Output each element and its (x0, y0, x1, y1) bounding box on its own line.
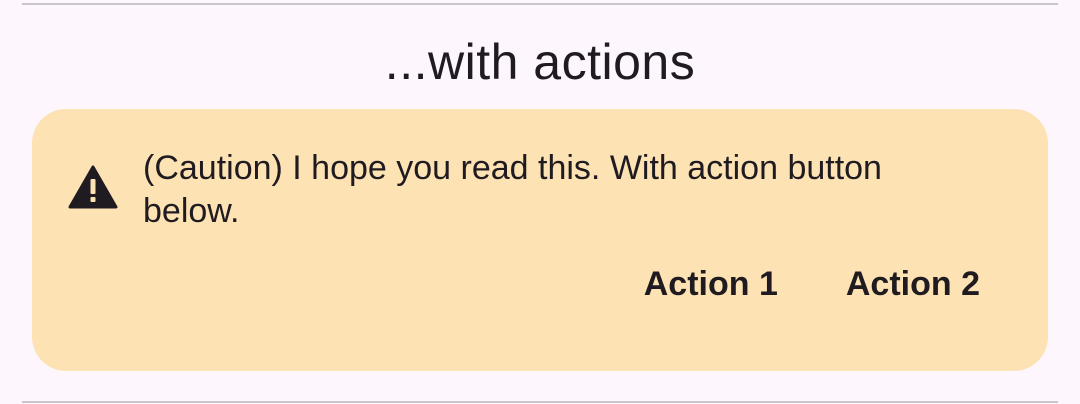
top-divider (22, 3, 1058, 5)
caution-banner: (Caution) I hope you read this. With act… (32, 109, 1048, 371)
banner-actions: Action 1 Action 2 (600, 259, 1004, 309)
section-title: ...with actions (384, 34, 696, 90)
bottom-divider (22, 401, 1058, 403)
warning-icon (68, 165, 118, 209)
action-1-button[interactable]: Action 1 (620, 259, 802, 309)
page: ...with actions (Caution) I hope you rea… (0, 0, 1080, 404)
banner-message: (Caution) I hope you read this. With act… (143, 149, 882, 230)
action-2-button[interactable]: Action 2 (822, 259, 1004, 309)
